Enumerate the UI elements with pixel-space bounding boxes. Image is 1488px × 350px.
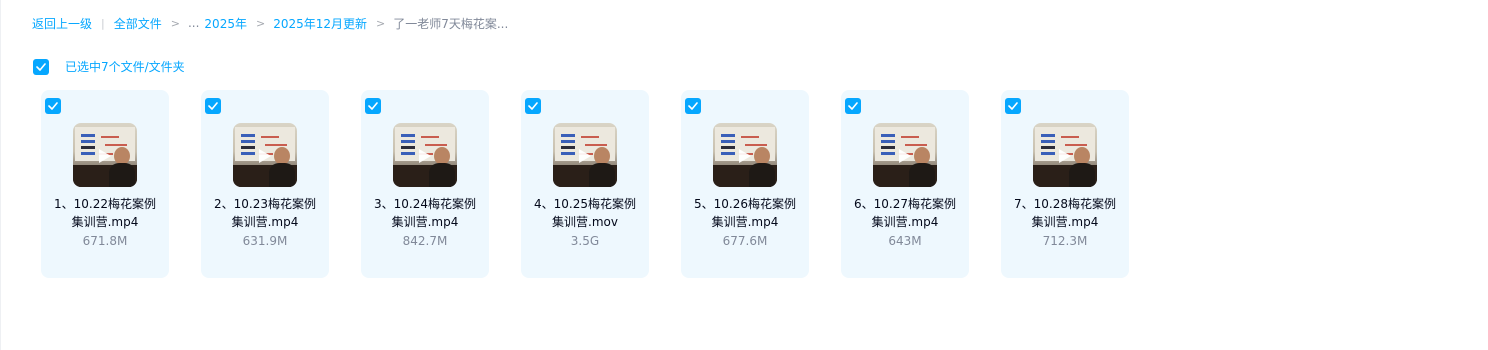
select-all-checkbox[interactable] — [33, 58, 49, 75]
selection-count-label: 已选中7个文件/文件夹 — [65, 60, 185, 74]
file-checkbox[interactable] — [365, 98, 381, 114]
file-card[interactable]: 5、10.26梅花案例 集训营.mp4 677.6M — [681, 90, 809, 278]
video-thumbnail-icon[interactable] — [873, 123, 937, 187]
file-name-line2: 集训营.mp4 — [391, 215, 459, 229]
file-card[interactable]: 3、10.24梅花案例 集训营.mp4 842.7M — [361, 90, 489, 278]
video-thumbnail-icon[interactable] — [553, 123, 617, 187]
file-name[interactable]: 3、10.24梅花案例 集训营.mp4 — [361, 195, 489, 231]
file-name-line2: 集训营.mp4 — [231, 215, 299, 229]
file-size: 643M — [888, 234, 922, 248]
file-size: 671.8M — [82, 234, 128, 248]
file-name-line1: 4、10.25梅花案例 — [534, 197, 636, 211]
checkmark-icon — [208, 102, 218, 110]
file-grid: 1、10.22梅花案例 集训营.mp4 671.8M 2、10.23梅花案例 集… — [41, 90, 1161, 278]
breadcrumb-chevron-icon: > — [376, 16, 386, 30]
checkmark-icon — [528, 102, 538, 110]
video-thumbnail-icon[interactable] — [393, 123, 457, 187]
checkmark-icon — [688, 102, 698, 110]
video-thumbnail-icon[interactable] — [233, 123, 297, 187]
file-card[interactable]: 2、10.23梅花案例 集训营.mp4 631.9M — [201, 90, 329, 278]
file-size: 842.7M — [402, 234, 448, 248]
breadcrumb-folder-2025[interactable]: 2025年 — [204, 15, 247, 32]
file-name-line1: 7、10.28梅花案例 — [1014, 197, 1116, 211]
file-name-line2: 集训营.mp4 — [1031, 215, 1099, 229]
file-name[interactable]: 6、10.27梅花案例 集训营.mp4 — [841, 195, 969, 231]
file-name[interactable]: 2、10.23梅花案例 集训营.mp4 — [201, 195, 329, 231]
file-name-line2: 集训营.mp4 — [71, 215, 139, 229]
breadcrumb-all-files[interactable]: 全部文件 — [114, 15, 162, 32]
file-name[interactable]: 7、10.28梅花案例 集训营.mp4 — [1001, 195, 1129, 231]
breadcrumb: 返回上一级 | 全部文件 > ... 2025年 > 2025年12月更新 > … — [32, 14, 508, 32]
file-checkbox[interactable] — [205, 98, 221, 114]
file-name[interactable]: 5、10.26梅花案例 集训营.mp4 — [681, 195, 809, 231]
play-icon — [1059, 149, 1071, 163]
play-icon — [739, 149, 751, 163]
file-size: 3.5G — [570, 234, 600, 248]
breadcrumb-ellipsis[interactable]: ... — [188, 16, 199, 30]
file-card[interactable]: 7、10.28梅花案例 集训营.mp4 712.3M — [1001, 90, 1129, 278]
file-card[interactable]: 4、10.25梅花案例 集训营.mov 3.5G — [521, 90, 649, 278]
checkmark-icon — [48, 102, 58, 110]
breadcrumb-folder-dec[interactable]: 2025年12月更新 — [273, 15, 367, 32]
file-card[interactable]: 1、10.22梅花案例 集训营.mp4 671.8M — [41, 90, 169, 278]
file-card[interactable]: 6、10.27梅花案例 集训营.mp4 643M — [841, 90, 969, 278]
file-name-line1: 5、10.26梅花案例 — [694, 197, 796, 211]
breadcrumb-chevron-icon: > — [170, 16, 180, 30]
play-icon — [99, 149, 111, 163]
checkmark-icon — [368, 102, 378, 110]
play-icon — [419, 149, 431, 163]
file-size: 677.6M — [722, 234, 768, 248]
checkmark-icon — [1008, 102, 1018, 110]
video-thumbnail-icon[interactable] — [1033, 123, 1097, 187]
video-thumbnail-icon[interactable] — [713, 123, 777, 187]
select-all-bar: 已选中7个文件/文件夹 — [33, 58, 185, 75]
file-checkbox[interactable] — [525, 98, 541, 114]
file-name[interactable]: 1、10.22梅花案例 集训营.mp4 — [41, 195, 169, 231]
file-checkbox[interactable] — [845, 98, 861, 114]
checkmark-icon — [36, 62, 46, 71]
file-name-line2: 集训营.mp4 — [711, 215, 779, 229]
breadcrumb-divider: | — [101, 16, 105, 30]
file-name[interactable]: 4、10.25梅花案例 集训营.mov — [521, 195, 649, 231]
back-link[interactable]: 返回上一级 — [32, 15, 92, 32]
file-name-line1: 3、10.24梅花案例 — [374, 197, 476, 211]
video-thumbnail-icon[interactable] — [73, 123, 137, 187]
file-name-line1: 2、10.23梅花案例 — [214, 197, 316, 211]
play-icon — [259, 149, 271, 163]
file-name-line1: 6、10.27梅花案例 — [854, 197, 956, 211]
file-checkbox[interactable] — [45, 98, 61, 114]
file-name-line1: 1、10.22梅花案例 — [54, 197, 156, 211]
file-name-line2: 集训营.mp4 — [871, 215, 939, 229]
file-name-line2: 集训营.mov — [552, 215, 618, 229]
play-icon — [899, 149, 911, 163]
file-checkbox[interactable] — [685, 98, 701, 114]
play-icon — [579, 149, 591, 163]
file-size: 712.3M — [1042, 234, 1088, 248]
file-checkbox[interactable] — [1005, 98, 1021, 114]
file-size: 631.9M — [242, 234, 288, 248]
file-browser-page: 返回上一级 | 全部文件 > ... 2025年 > 2025年12月更新 > … — [0, 0, 1488, 350]
breadcrumb-chevron-icon: > — [255, 16, 266, 30]
breadcrumb-current: 了一老师7天梅花案... — [393, 16, 509, 31]
checkmark-icon — [848, 102, 858, 110]
